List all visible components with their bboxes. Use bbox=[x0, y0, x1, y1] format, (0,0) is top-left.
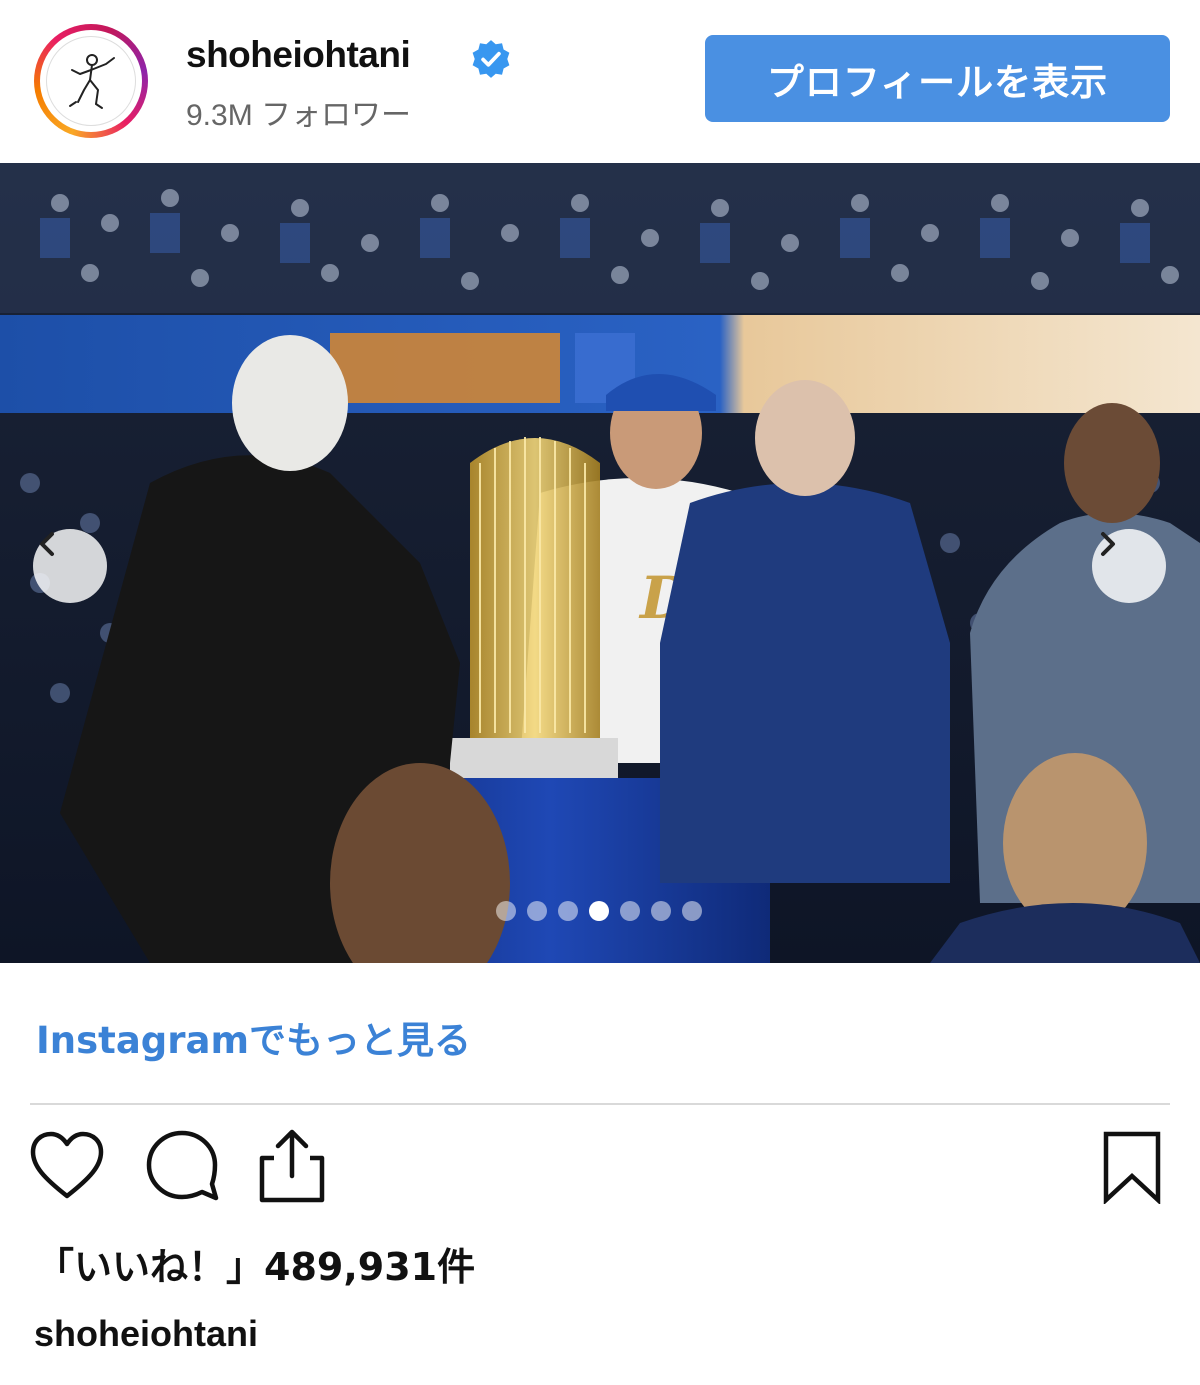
carousel-dot bbox=[527, 901, 547, 921]
carousel-dot bbox=[651, 901, 671, 921]
carousel-dot bbox=[620, 901, 640, 921]
share-upload-icon[interactable] bbox=[256, 1128, 328, 1204]
post-image[interactable]: D bbox=[0, 163, 1200, 963]
post-photo-illustration: D bbox=[0, 163, 1200, 963]
verified-badge-icon bbox=[472, 40, 510, 78]
carousel-dot bbox=[496, 901, 516, 921]
view-more-on-instagram-link[interactable]: Instagramでもっと見る bbox=[36, 1010, 471, 1064]
post-header: shoheiohtani 9.3M フォロワー プロフィールを表示 bbox=[0, 0, 1200, 162]
avatar-story-ring[interactable] bbox=[34, 24, 148, 138]
speech-bubble-icon[interactable] bbox=[144, 1128, 220, 1204]
view-profile-button[interactable]: プロフィールを表示 bbox=[705, 35, 1170, 122]
follower-count: 9.3M フォロワー bbox=[186, 99, 412, 132]
heart-outline-icon[interactable] bbox=[28, 1130, 106, 1202]
avatar-sketch-icon bbox=[69, 54, 115, 109]
carousel-next-button[interactable] bbox=[1092, 529, 1166, 603]
username[interactable]: shoheiohtani bbox=[186, 34, 411, 76]
carousel-indicator bbox=[496, 901, 702, 921]
divider bbox=[30, 1103, 1170, 1105]
avatar[interactable] bbox=[46, 36, 136, 126]
carousel-dot bbox=[682, 901, 702, 921]
carousel-dot-active bbox=[589, 901, 609, 921]
like-count[interactable]: 「いいね！」489,931件 bbox=[36, 1236, 475, 1291]
chevron-right-icon bbox=[1101, 532, 1115, 556]
bookmark-icon[interactable] bbox=[1100, 1130, 1164, 1204]
caption-username[interactable]: shoheiohtani bbox=[34, 1313, 258, 1355]
carousel-dot bbox=[558, 901, 578, 921]
chevron-left-icon bbox=[40, 532, 54, 556]
carousel-prev-button[interactable] bbox=[33, 529, 107, 603]
